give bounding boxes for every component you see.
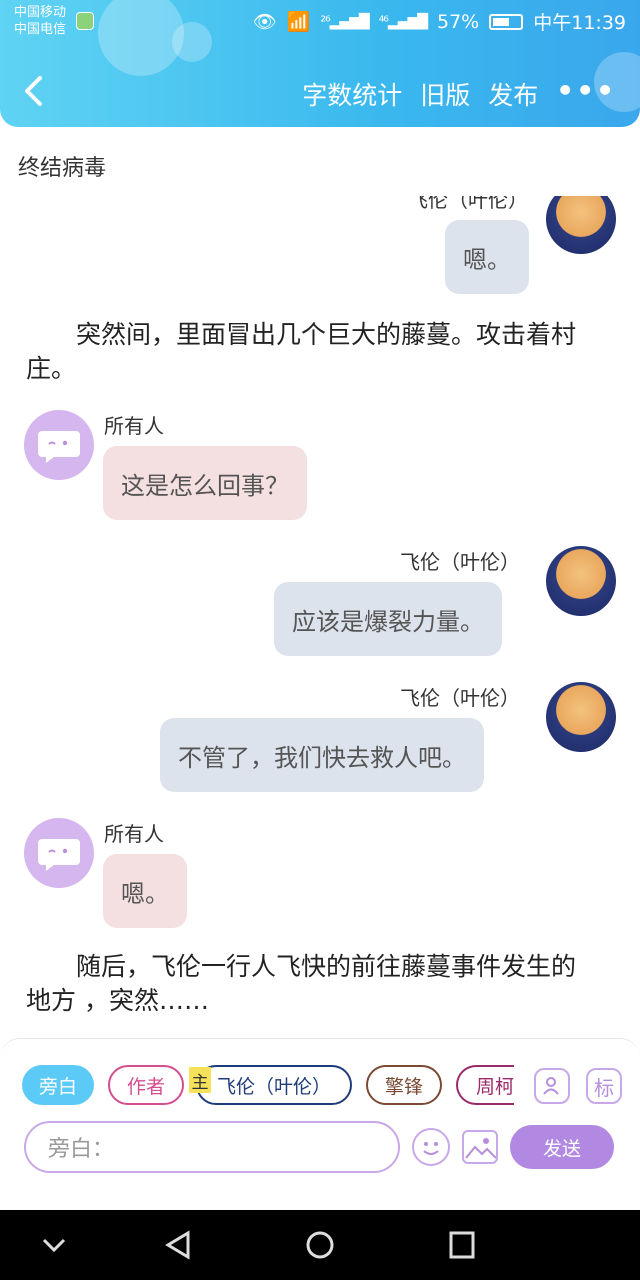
word-count-button[interactable]: 字数统计 bbox=[302, 76, 402, 112]
role-chip-qingfeng[interactable]: 擎锋 bbox=[366, 1065, 442, 1105]
speaker-name: 所有人 bbox=[104, 414, 164, 438]
label-icon[interactable]: 标 bbox=[586, 1068, 622, 1104]
wifi-icon: 📶 bbox=[286, 11, 311, 33]
signal-icon-1: ²⁶▂▄▆█ bbox=[320, 13, 369, 30]
role-manage-icon[interactable] bbox=[534, 1068, 570, 1104]
top-header: 中国移动 中国电信 👁 📶 ²⁶▂▄▆█ ⁴⁶▂▄▆█ 57% 中午11:39 … bbox=[0, 0, 640, 127]
recents-square-icon[interactable] bbox=[448, 1230, 476, 1260]
chevron-left-icon bbox=[25, 76, 42, 106]
main-role-tag: 主 bbox=[189, 1067, 211, 1093]
carrier-1: 中国移动 bbox=[14, 5, 67, 20]
clock: 中午11:39 bbox=[533, 12, 626, 34]
home-circle-icon[interactable] bbox=[305, 1230, 335, 1260]
speaker-name: 飞伦（叶伦） bbox=[408, 196, 528, 212]
role-chip-feilun[interactable]: 飞伦（叶伦） bbox=[196, 1065, 352, 1105]
hero-avatar[interactable] bbox=[546, 196, 616, 254]
narration-text[interactable]: 随后，飞伦一行人飞快的前往藤蔓事件发生的地方 ，突然…… bbox=[26, 950, 596, 1018]
message-bubble[interactable]: 这是怎么回事？ bbox=[103, 446, 307, 520]
message-bubble[interactable]: 嗯。 bbox=[445, 220, 529, 294]
more-icon[interactable]: ••• bbox=[556, 76, 616, 112]
chat-bubble-face-icon bbox=[38, 839, 80, 871]
back-triangle-icon[interactable] bbox=[164, 1230, 192, 1260]
battery-percent: 57% bbox=[437, 10, 480, 33]
speaker-name: 飞伦（叶伦） bbox=[400, 686, 520, 710]
status-bar: 中国移动 中国电信 👁 📶 ²⁶▂▄▆█ ⁴⁶▂▄▆█ 57% 中午11:39 bbox=[0, 0, 640, 44]
role-chip-narrator[interactable]: 旁白 bbox=[22, 1065, 94, 1105]
picture-icon bbox=[465, 1138, 496, 1159]
image-icon[interactable] bbox=[462, 1130, 498, 1164]
carrier-info: 中国移动 中国电信 bbox=[14, 4, 66, 38]
message-input[interactable]: 旁白： bbox=[24, 1121, 400, 1173]
hero-avatar[interactable] bbox=[546, 546, 616, 616]
chat-bubble-face-icon bbox=[38, 431, 80, 463]
battery-icon bbox=[489, 13, 524, 30]
system-nav-bar bbox=[0, 1210, 640, 1280]
signal-icon-2: ⁴⁶▂▄▆█ bbox=[378, 13, 428, 30]
speaker-name: 所有人 bbox=[104, 822, 164, 846]
eye-icon: 👁 bbox=[252, 11, 277, 33]
all-avatar[interactable] bbox=[24, 410, 94, 480]
status-right: 👁 📶 ²⁶▂▄▆█ ⁴⁶▂▄▆█ 57% 中午11:39 bbox=[253, 8, 626, 35]
emoji-icon[interactable] bbox=[412, 1128, 450, 1166]
old-version-button[interactable]: 旧版 bbox=[420, 76, 470, 112]
chevron-down-icon[interactable] bbox=[40, 1230, 68, 1260]
smile-icon bbox=[423, 1142, 439, 1155]
person-icon bbox=[543, 1077, 559, 1095]
message-bubble[interactable]: 嗯。 bbox=[103, 854, 187, 928]
app-notification-icon bbox=[76, 12, 94, 30]
speaker-name: 飞伦（叶伦） bbox=[400, 550, 520, 574]
send-button[interactable]: 发送 bbox=[510, 1125, 614, 1169]
back-button[interactable] bbox=[22, 74, 48, 108]
carrier-2: 中国电信 bbox=[14, 22, 67, 37]
chat-area[interactable]: 飞伦（叶伦） 嗯。 突然间，里面冒出几个巨大的藤蔓。攻击着村庄。 所有人 这是怎… bbox=[0, 196, 640, 1036]
message-bubble[interactable]: 应该是爆裂力量。 bbox=[274, 582, 502, 656]
message-bubble[interactable]: 不管了，我们快去救人吧。 bbox=[160, 718, 484, 792]
hero-avatar[interactable] bbox=[546, 682, 616, 752]
role-chip-author[interactable]: 作者 bbox=[108, 1065, 184, 1105]
header-actions: 字数统计 旧版 发布 ••• bbox=[302, 76, 616, 112]
role-chip-zhouke[interactable]: 周柯 bbox=[456, 1065, 514, 1105]
all-avatar[interactable] bbox=[24, 818, 94, 888]
publish-button[interactable]: 发布 bbox=[488, 76, 538, 112]
story-title: 终结病毒 bbox=[18, 156, 107, 181]
narration-text[interactable]: 突然间，里面冒出几个巨大的藤蔓。攻击着村庄。 bbox=[26, 318, 596, 386]
